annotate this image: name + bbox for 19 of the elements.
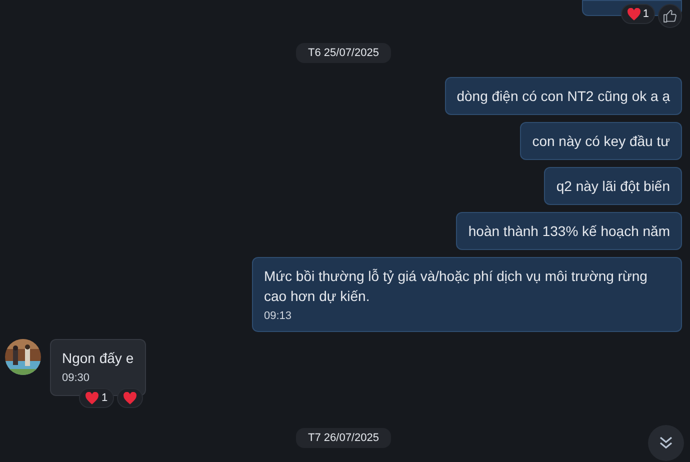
- thumbs-up-icon: [662, 8, 678, 24]
- scroll-down-button[interactable]: [648, 425, 684, 461]
- heart-icon: [85, 392, 100, 404]
- message-text: Ngon đấy e: [62, 349, 134, 368]
- heart-icon: [122, 392, 137, 404]
- heart-reaction[interactable]: 1: [620, 4, 655, 24]
- heart-reaction[interactable]: [116, 388, 143, 408]
- like-button[interactable]: [658, 4, 682, 28]
- message-text: con này có key đầu tư: [532, 132, 670, 151]
- message-text: q2 này lãi đột biến: [556, 177, 670, 196]
- date-divider: T6 25/07/2025: [296, 43, 391, 63]
- date-divider: T7 26/07/2025: [296, 428, 391, 448]
- heart-reaction[interactable]: 1: [79, 388, 114, 408]
- message-text: hoàn thành 133% kế hoạch năm: [468, 222, 670, 241]
- message-time: 09:30: [62, 372, 91, 385]
- message-text: Mức bồi thường lỗ tỷ giá và/hoặc phí dịch vụ môi trường rừng cao hơn dự kiến.: [264, 267, 648, 306]
- heart-icon: [626, 8, 641, 20]
- message-time: 09:13: [264, 310, 293, 323]
- message-text: dòng điện có con NT2 cũng ok a ạ: [456, 87, 670, 106]
